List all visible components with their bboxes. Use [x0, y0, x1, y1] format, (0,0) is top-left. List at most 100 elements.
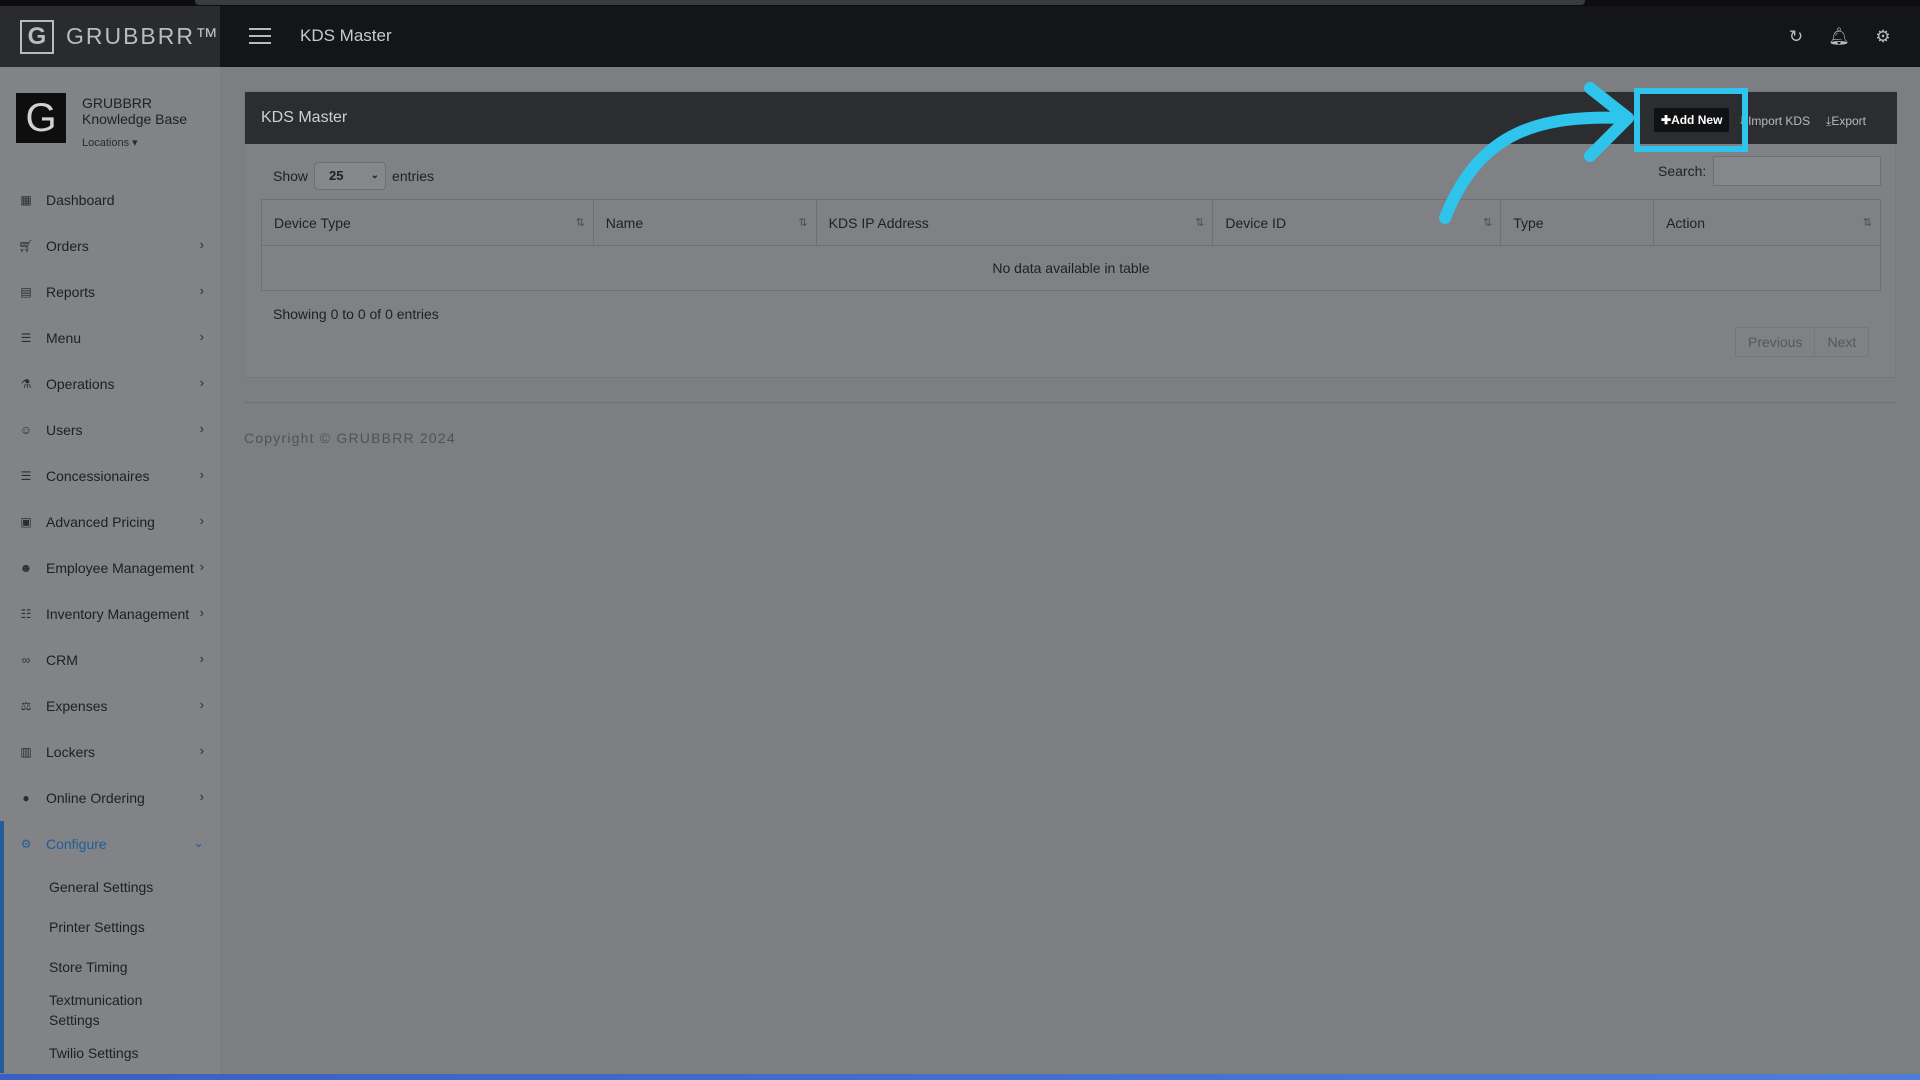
sidebar-item-users[interactable]: ☺ Users ›	[0, 407, 220, 453]
brand-logo[interactable]: G GRUBBRR™	[0, 6, 220, 67]
column-label: Device Type	[274, 214, 351, 231]
chevron-right-icon: ›	[199, 697, 204, 712]
chevron-right-icon: ›	[199, 789, 204, 804]
import-kds-button[interactable]: ⇩Import KDS	[1738, 114, 1810, 128]
configure-submenu: General Settings Printer Settings Store …	[0, 867, 220, 1073]
list-icon: ☰	[20, 469, 32, 483]
search-input[interactable]	[1713, 156, 1881, 186]
sidebar-item-label: Expenses	[46, 698, 108, 714]
entries-select[interactable]: 25 ⌄	[314, 162, 387, 190]
panel-title: KDS Master	[261, 109, 348, 126]
report-icon: ▤	[20, 285, 32, 299]
sidebar-item-operations[interactable]: ⚗ Operations ›	[0, 361, 220, 407]
sidebar-item-expenses[interactable]: ⚖ Expenses ›	[0, 683, 220, 729]
locations-dropdown[interactable]: Locations ▾	[82, 136, 138, 149]
show-label: Show	[273, 168, 309, 184]
sidebar-item-label: Advanced Pricing	[46, 514, 155, 530]
sidebar-item-label: Inventory Management	[46, 606, 190, 622]
flask-icon: ⚗	[20, 377, 32, 391]
locker-icon: ▥	[20, 745, 32, 759]
submenu-item-textmunication-settings[interactable]: Textmunication Settings	[4, 987, 144, 1033]
refresh-icon[interactable]: ↻	[1785, 26, 1807, 48]
sort-icon: ⇅	[1862, 217, 1872, 229]
globe-icon: ●	[22, 791, 30, 805]
sidebar-item-online-ordering[interactable]: ● Online Ordering ›	[0, 775, 220, 821]
table-row: No data available in table	[261, 245, 1881, 291]
sidebar-item-label: Employee Management	[46, 560, 194, 576]
previous-page-button[interactable]: Previous	[1735, 327, 1816, 357]
sidebar-item-label: Concessionaires	[46, 468, 150, 484]
balance-icon: ⚖	[20, 699, 32, 713]
top-strip-bar	[195, 0, 1585, 5]
submenu-item-store-timing[interactable]: Store Timing	[4, 947, 220, 987]
sidebar-item-configure[interactable]: ⚙ Configure ⌄	[0, 821, 220, 867]
sidebar-item-label: Dashboard	[46, 192, 115, 208]
annotation-arrow-icon	[1439, 82, 1634, 224]
column-header-device-type[interactable]: Device Type ⇅	[261, 199, 594, 246]
sidebar-item-label: Menu	[46, 330, 82, 346]
sidebar-item-reports[interactable]: ▤ Reports ›	[0, 269, 220, 315]
list-icon: ☰	[20, 331, 32, 345]
dashboard-icon: ▦	[20, 193, 32, 207]
sidebar: G GRUBBRR Knowledge Base Locations ▾ ▦ Da…	[0, 67, 220, 1074]
chevron-down-icon: ⌄	[370, 170, 380, 181]
entries-label: entries	[392, 168, 435, 184]
submenu-item-twilio-settings[interactable]: Twilio Settings	[4, 1033, 220, 1073]
export-button[interactable]: ⤓Export	[1826, 114, 1866, 129]
chevron-right-icon: ›	[199, 651, 204, 666]
sidebar-item-employee-management[interactable]: ☻ Employee Management ›	[0, 545, 220, 591]
entries-length-control: Show 25 ⌄ entries	[273, 162, 434, 190]
sidebar-item-label: Users	[46, 422, 83, 438]
sidebar-item-menu[interactable]: ☰ Menu ›	[0, 315, 220, 361]
sidebar-item-label: Lockers	[46, 744, 96, 760]
bell-icon[interactable]: 🔔︎	[1828, 26, 1850, 48]
cart-icon: 🛒︎	[18, 239, 34, 253]
chevron-right-icon: ›	[199, 605, 204, 620]
copyright-text: Copyright © GRUBBRR 2024	[244, 430, 456, 446]
sort-icon: ⇅	[575, 217, 585, 229]
column-header-name[interactable]: Name ⇅	[592, 199, 817, 246]
column-label: Device ID	[1225, 214, 1287, 231]
users-icon: ☻	[19, 561, 33, 575]
sidebar-item-crm[interactable]: ∞ CRM ›	[0, 637, 220, 683]
sidebar-item-label: Orders	[46, 238, 89, 254]
chevron-right-icon: ›	[199, 421, 204, 436]
brand-name: GRUBBRR™	[65, 23, 220, 49]
column-label: Name	[605, 214, 644, 231]
sidebar-item-advanced-pricing[interactable]: ▣ Advanced Pricing ›	[0, 499, 220, 545]
user-plus-icon: ☺	[19, 423, 33, 437]
submenu-item-printer-settings[interactable]: Printer Settings	[4, 907, 220, 947]
chevron-right-icon: ›	[199, 559, 204, 574]
hamburger-menu-icon[interactable]	[249, 28, 271, 45]
sitemap-icon: ☷	[20, 607, 32, 621]
sidebar-item-dashboard[interactable]: ▦ Dashboard	[0, 177, 220, 223]
chevron-right-icon: ›	[199, 375, 204, 390]
chevron-right-icon: ›	[199, 237, 204, 252]
chevron-right-icon: ›	[199, 513, 204, 528]
chevron-right-icon: ›	[199, 743, 204, 758]
avatar: G	[16, 93, 66, 143]
column-label: KDS IP Address	[828, 214, 929, 231]
sidebar-item-concessionaires[interactable]: ☰ Concessionaires ›	[0, 453, 220, 499]
sidebar-item-label: Online Ordering	[46, 790, 145, 806]
org-name: GRUBBRR Knowledge Base	[82, 95, 188, 127]
column-header-kds-ip-address[interactable]: KDS IP Address ⇅	[815, 199, 1214, 246]
column-header-action[interactable]: Action ⇅	[1653, 199, 1881, 246]
top-header: G GRUBBRR™ KDS Master ↻ 🔔︎ ⚙	[0, 6, 1920, 67]
submenu-item-general-settings[interactable]: General Settings	[4, 867, 220, 907]
chevron-down-icon: ⌄	[193, 835, 204, 850]
sidebar-item-lockers[interactable]: ▥ Lockers ›	[0, 729, 220, 775]
sidebar-item-orders[interactable]: 🛒︎ Orders ›	[0, 223, 220, 269]
sidebar-item-label: Operations	[46, 376, 115, 392]
import-kds-label: Import KDS	[1748, 114, 1811, 128]
chevron-right-icon: ›	[199, 283, 204, 298]
sidebar-item-label: CRM	[46, 652, 78, 668]
link-icon: ∞	[21, 653, 31, 667]
highlight-box	[1634, 88, 1748, 152]
gear-icon[interactable]: ⚙	[1872, 26, 1894, 48]
next-page-button[interactable]: Next	[1815, 327, 1870, 357]
search-label: Search:	[1658, 163, 1707, 179]
sidebar-nav: ▦ Dashboard 🛒︎ Orders › ▤ Reports › ☰ Menu › ⚗ O…	[0, 177, 220, 1073]
bottom-bar	[0, 1074, 1920, 1080]
sidebar-item-inventory-management[interactable]: ☷ Inventory Management ›	[0, 591, 220, 637]
